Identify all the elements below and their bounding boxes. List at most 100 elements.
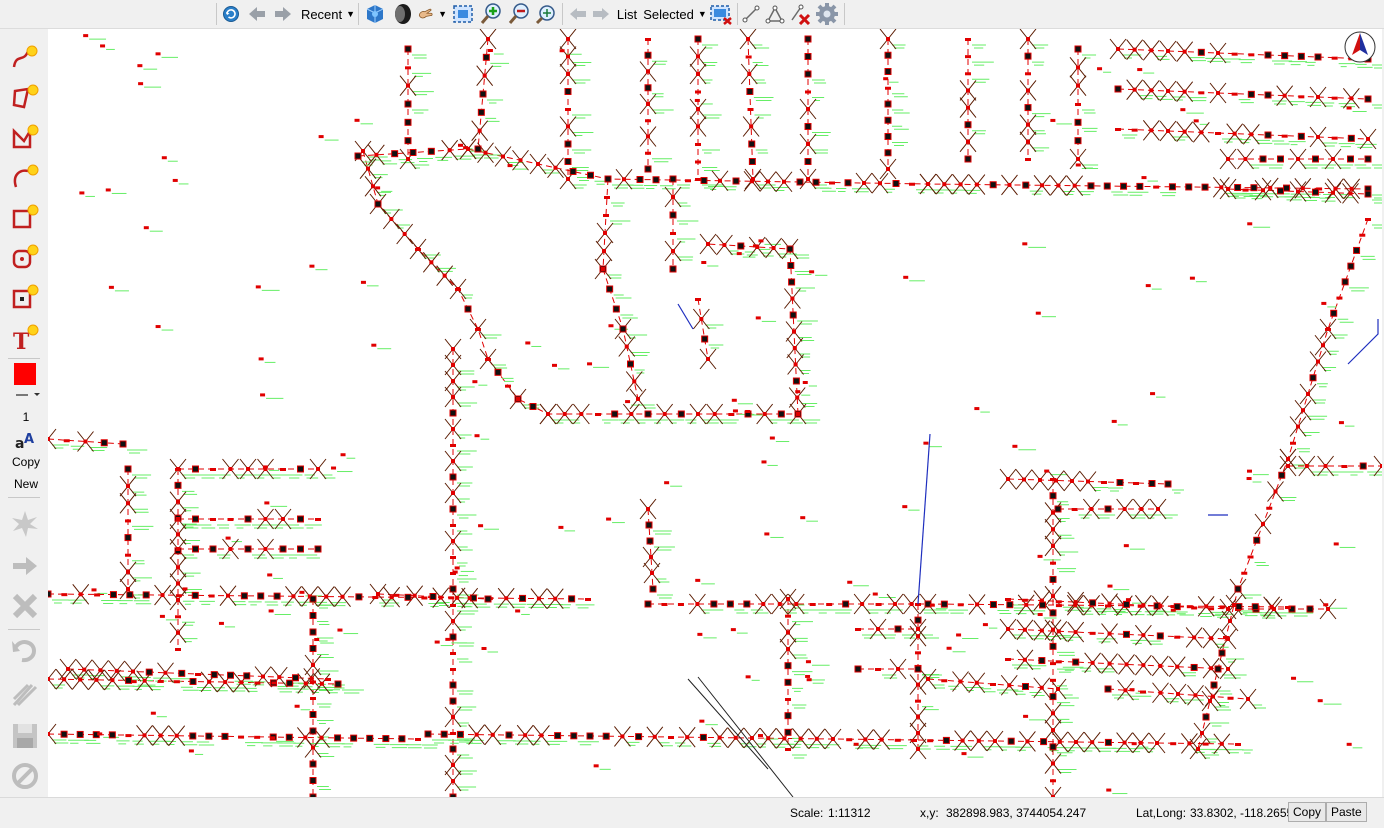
scatter-point xyxy=(982,623,988,627)
text-style-icon[interactable]: aA xyxy=(8,427,42,453)
tower-point xyxy=(975,602,980,607)
paste-coords-button[interactable]: Paste xyxy=(1326,802,1367,822)
tower-point xyxy=(1141,633,1146,638)
pole-point xyxy=(464,305,472,313)
line-style-dropdown[interactable] xyxy=(8,385,42,405)
line-tool-icon[interactable] xyxy=(740,2,762,26)
scatter-point xyxy=(1141,176,1147,180)
pole-point xyxy=(884,116,892,124)
tower-point xyxy=(1073,630,1078,635)
tower-point xyxy=(1219,741,1224,746)
cancel-icon[interactable] xyxy=(8,759,42,793)
scatter-point xyxy=(805,674,811,678)
label-tick xyxy=(594,180,607,185)
tools-icon[interactable] xyxy=(8,677,42,711)
scatter-point xyxy=(1170,608,1176,612)
tower-point xyxy=(806,177,810,181)
tower-point xyxy=(1204,604,1209,609)
copy-coords-button[interactable]: Copy xyxy=(1288,802,1327,822)
refresh-icon[interactable] xyxy=(221,2,241,26)
service-point xyxy=(915,699,921,703)
tower-point xyxy=(696,124,700,129)
globe-icon[interactable] xyxy=(363,2,387,26)
pole-point xyxy=(644,410,652,418)
pole-point xyxy=(424,730,432,738)
delete-vertex-icon[interactable] xyxy=(788,2,812,26)
tower-point xyxy=(1039,685,1044,690)
draw-polygon-icon[interactable] xyxy=(8,81,42,115)
settings-gear-icon[interactable] xyxy=(814,2,840,26)
tower-point xyxy=(1158,690,1163,695)
label-tick xyxy=(342,689,364,694)
tower-point xyxy=(366,166,370,171)
pole-point xyxy=(1210,681,1218,689)
undo-icon[interactable] xyxy=(8,633,42,667)
zoom-out-icon[interactable] xyxy=(506,2,532,26)
selected-dropdown[interactable]: Selected ▼ xyxy=(643,2,707,26)
zoom-extent-icon[interactable] xyxy=(451,2,475,26)
new-label[interactable]: New xyxy=(0,477,52,491)
pole-point xyxy=(449,505,457,513)
draw-line-icon[interactable] xyxy=(8,41,42,75)
save-disk-icon[interactable] xyxy=(8,719,42,753)
tower-point xyxy=(1122,740,1127,745)
pole-point xyxy=(884,133,892,140)
next-icon[interactable] xyxy=(590,2,612,26)
move-arrow-icon[interactable] xyxy=(8,549,42,583)
utility-line xyxy=(1197,218,1369,750)
list-button[interactable]: List xyxy=(615,2,639,26)
zoom-full-icon[interactable] xyxy=(534,2,558,26)
label-tick xyxy=(68,599,87,604)
pole-point xyxy=(792,377,800,385)
pole-point xyxy=(1104,505,1112,513)
map-canvas[interactable] xyxy=(48,29,1382,797)
tower-point xyxy=(796,412,800,416)
vertex-tool-icon[interactable] xyxy=(764,2,786,26)
label-tick xyxy=(652,158,673,163)
draw-rounded-rect-icon[interactable] xyxy=(8,241,42,275)
scatter-point xyxy=(1106,788,1112,792)
pole-point xyxy=(1074,118,1082,126)
tower-point xyxy=(1226,187,1230,191)
label-tick xyxy=(132,560,145,565)
hand-pan-icon[interactable]: ▼ xyxy=(417,2,447,26)
draw-point-icon[interactable] xyxy=(8,281,42,315)
recent-dropdown[interactable]: Recent ▼ xyxy=(301,2,355,26)
tower-point xyxy=(782,179,786,184)
tower-point xyxy=(1039,628,1044,633)
delete-x-icon[interactable] xyxy=(8,589,42,623)
draw-text-icon[interactable]: T xyxy=(8,321,42,355)
scatter-point xyxy=(764,532,770,536)
draw-freeform-icon[interactable] xyxy=(8,121,42,155)
tower-point xyxy=(1056,183,1061,188)
label-tick xyxy=(754,114,772,119)
tower-point xyxy=(916,747,920,751)
service-point xyxy=(661,603,668,606)
north-arrow-icon xyxy=(1344,31,1376,63)
tower-point xyxy=(340,594,345,599)
forward-arrow-icon[interactable] xyxy=(272,2,294,26)
copy-label[interactable]: Copy xyxy=(0,455,52,469)
explode-icon[interactable] xyxy=(8,507,42,541)
tower-point xyxy=(1070,479,1074,483)
service-point xyxy=(668,736,674,739)
tower-point xyxy=(916,714,920,719)
back-arrow-icon[interactable] xyxy=(246,2,268,26)
pole-point xyxy=(1049,642,1057,650)
tower-point xyxy=(477,128,482,133)
label-tick xyxy=(116,740,130,745)
scatter-point xyxy=(83,34,89,38)
moon-icon[interactable] xyxy=(392,2,414,26)
tower-point xyxy=(1296,424,1300,429)
zoom-in-icon[interactable] xyxy=(478,2,504,26)
previous-icon[interactable] xyxy=(567,2,589,26)
draw-curve-icon[interactable] xyxy=(8,161,42,195)
service-point xyxy=(1050,678,1056,682)
pole-point xyxy=(1190,663,1198,671)
draw-rectangle-icon[interactable] xyxy=(8,201,42,235)
pole-point xyxy=(669,175,677,183)
clear-selection-icon[interactable] xyxy=(708,2,734,26)
pole-point xyxy=(1251,603,1259,611)
scatter-point xyxy=(974,407,980,411)
scatter-point xyxy=(264,501,270,505)
